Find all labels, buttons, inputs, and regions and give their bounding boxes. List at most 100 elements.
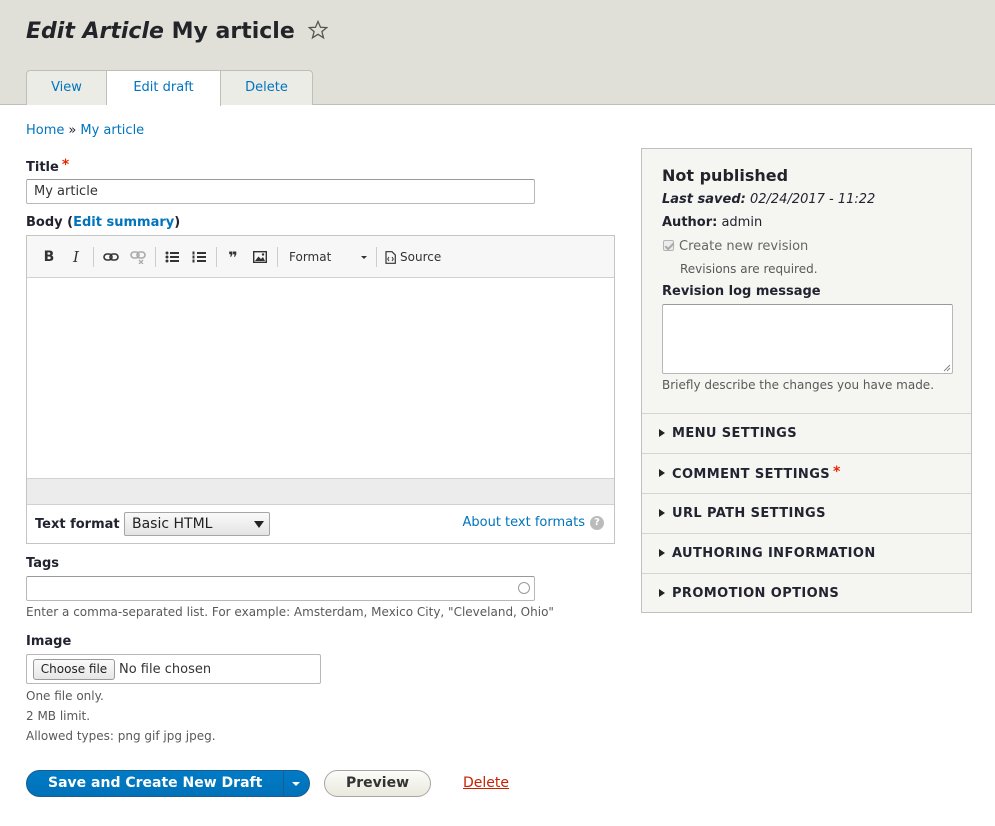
details-promotion-options[interactable]: PROMOTION OPTIONS	[642, 573, 971, 613]
toolbar-divider	[277, 247, 278, 267]
entity-meta-sidebar: Not published Last saved: 02/24/2017 - 1…	[641, 148, 972, 613]
about-text-formats-label: About text formats	[462, 515, 585, 530]
primary-tabs: View Edit draft Delete	[26, 70, 313, 106]
bulleted-list-icon[interactable]	[163, 247, 181, 267]
details-summary-text: COMMENT SETTINGS	[672, 467, 831, 482]
tags-description: Enter a comma-separated list. For exampl…	[26, 605, 554, 619]
breadcrumb-home[interactable]: Home	[26, 123, 64, 138]
bold-button[interactable]: B	[41, 247, 57, 267]
source-label: Source	[400, 250, 442, 264]
details-comment-settings[interactable]: COMMENT SETTINGS *	[642, 453, 971, 493]
title-input[interactable]: My article	[26, 179, 535, 204]
numbered-list-icon[interactable]	[190, 247, 208, 267]
body-label-text: Body	[26, 215, 63, 230]
details-url-path-settings[interactable]: URL PATH SETTINGS	[642, 493, 971, 533]
bold-glyph: B	[43, 249, 55, 265]
star-icon[interactable]	[308, 19, 329, 46]
revision-log-description: Briefly describe the changes you have ma…	[662, 378, 935, 392]
unlink-icon[interactable]	[128, 247, 148, 267]
blockquote-icon[interactable]: ❞	[223, 247, 243, 267]
text-format-select[interactable]: Basic HTML	[124, 512, 270, 536]
toolbar-divider	[93, 247, 94, 267]
author-value: admin	[721, 215, 763, 230]
revision-log-label: Revision log message	[662, 284, 821, 299]
save-draft-button[interactable]: Save and Create New Draft	[26, 770, 310, 797]
image-label: Image	[26, 634, 72, 649]
publish-status: Not published	[662, 166, 789, 185]
text-format-label: Text format	[35, 517, 120, 532]
blockquote-glyph: ❞	[228, 247, 238, 267]
body-label: Body (Edit summary)	[26, 215, 180, 230]
delete-link[interactable]: Delete	[463, 775, 509, 791]
italic-button[interactable]: I	[68, 247, 84, 267]
page-title-name: My article	[171, 19, 295, 44]
chevron-down-icon[interactable]	[292, 782, 300, 786]
entity-meta: Not published Last saved: 02/24/2017 - 1…	[642, 149, 971, 413]
breadcrumb: Home » My article	[26, 123, 144, 138]
body-paren-close: )	[174, 215, 181, 230]
image-icon[interactable]	[251, 247, 269, 267]
new-revision-label: Create new revision	[679, 239, 809, 254]
triangle-right-icon	[659, 589, 665, 597]
revisions-required-note: Revisions are required.	[680, 262, 818, 276]
author: Author: admin	[662, 215, 762, 230]
choose-file-button[interactable]: Choose file	[33, 659, 115, 680]
body-editor: B I ❞ Format Source Text format Basic HT…	[26, 235, 615, 544]
save-draft-label: Save and Create New Draft	[48, 775, 263, 791]
triangle-right-icon	[659, 509, 665, 517]
body-edit-area[interactable]	[27, 278, 614, 478]
page-title: Edit Article My article	[26, 19, 329, 46]
editor-status-bar	[27, 478, 614, 505]
tab-edit-draft[interactable]: Edit draft	[107, 70, 221, 106]
breadcrumb-current[interactable]: My article	[80, 123, 144, 138]
page-title-prefix: Edit Article	[26, 19, 164, 44]
preview-button[interactable]: Preview	[324, 770, 431, 797]
autocomplete-icon	[518, 582, 530, 594]
author-label: Author:	[662, 215, 718, 230]
triangle-right-icon	[659, 549, 665, 557]
link-icon[interactable]	[101, 247, 121, 267]
toolbar-divider	[216, 247, 217, 267]
split-divider	[283, 771, 284, 796]
edit-summary-link[interactable]: Edit summary	[73, 215, 174, 230]
required-mark: *	[61, 157, 70, 173]
details-menu-settings[interactable]: MENU SETTINGS	[642, 413, 971, 453]
details-summary: COMMENT SETTINGS *	[672, 464, 841, 482]
tab-delete[interactable]: Delete	[221, 70, 313, 105]
details-authoring-information[interactable]: AUTHORING INFORMATION	[642, 533, 971, 573]
chevron-down-icon	[361, 256, 367, 259]
source-button[interactable]: Source	[385, 247, 445, 267]
title-label-text: Title	[26, 160, 59, 175]
triangle-right-icon	[659, 429, 665, 437]
resize-handle-icon[interactable]	[943, 364, 951, 372]
image-desc-count: One file only.	[26, 689, 104, 703]
new-revision-checkbox[interactable]	[663, 240, 674, 251]
toolbar-divider	[155, 247, 156, 267]
details-summary: PROMOTION OPTIONS	[672, 586, 840, 601]
last-saved-value: 02/24/2017 - 11:22	[749, 192, 876, 207]
format-dropdown[interactable]: Format	[289, 247, 369, 267]
details-summary: AUTHORING INFORMATION	[672, 546, 876, 561]
details-summary: URL PATH SETTINGS	[672, 506, 826, 521]
tags-input[interactable]	[26, 576, 535, 601]
toolbar-divider	[376, 247, 377, 267]
image-desc-types: Allowed types: png gif jpg jpeg.	[26, 729, 216, 743]
text-format-row: Text format Basic HTML About text format…	[27, 505, 614, 543]
chevron-down-icon	[254, 521, 264, 528]
no-file-chosen: No file chosen	[119, 662, 212, 677]
revision-log-textarea[interactable]	[662, 304, 953, 374]
editor-toolbar: B I ❞ Format Source	[27, 236, 614, 278]
help-icon: ?	[590, 515, 604, 530]
triangle-right-icon	[659, 469, 665, 477]
title-label: Title *	[26, 157, 70, 175]
page-header: Edit Article My article View Edit draft …	[0, 0, 995, 106]
image-file-input[interactable]: Choose file No file chosen	[26, 654, 321, 684]
image-desc-size: 2 MB limit.	[26, 709, 91, 723]
source-icon	[385, 250, 396, 264]
tab-view[interactable]: View	[26, 70, 107, 105]
italic-glyph: I	[73, 248, 79, 266]
last-saved: Last saved: 02/24/2017 - 11:22	[662, 192, 875, 207]
required-mark: *	[833, 464, 841, 480]
about-text-formats-link[interactable]: About text formats ?	[462, 515, 604, 530]
format-label: Format	[289, 250, 332, 264]
